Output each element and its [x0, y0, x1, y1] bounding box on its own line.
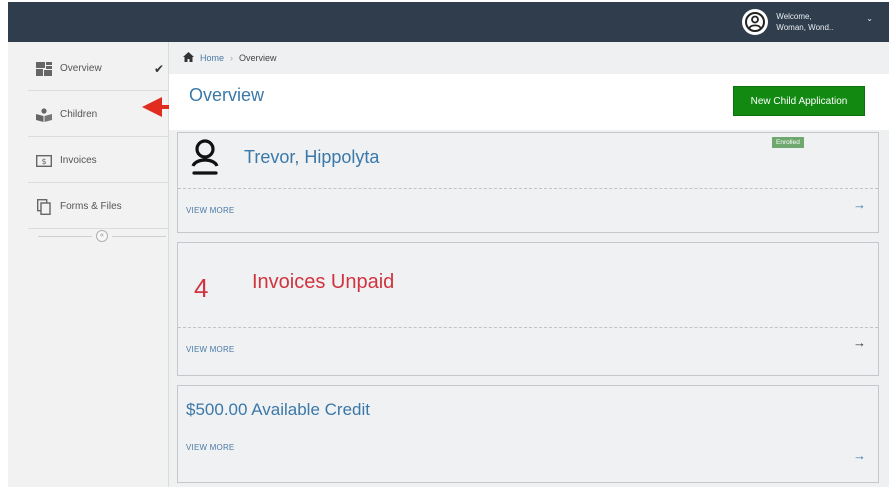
available-credit-link[interactable]: $500.00 Available Credit: [186, 400, 370, 420]
breadcrumb-current: Overview: [239, 53, 277, 63]
sidebar-item-label: Children: [60, 109, 98, 120]
main-content: Home › Overview Overview New Child Appli…: [169, 42, 889, 487]
files-icon: [36, 198, 52, 215]
invoices-card: 4 Invoices Unpaid VIEW MORE →: [177, 242, 879, 376]
children-icon: [36, 107, 52, 123]
child-name-link[interactable]: Trevor, Hippolyta: [244, 147, 379, 168]
collapse-sidebar-button[interactable]: «: [96, 230, 108, 242]
arrow-right-icon[interactable]: →: [853, 197, 866, 212]
divider: [178, 327, 878, 328]
view-more-link[interactable]: VIEW MORE: [186, 443, 234, 452]
user-circle-icon[interactable]: [742, 9, 769, 35]
invoice-icon: $: [36, 153, 52, 169]
top-bar: Welcome, Woman, Wond.. ⌄: [8, 2, 889, 42]
status-badge: Enrolled: [772, 137, 804, 148]
welcome-text: Welcome,: [776, 12, 812, 21]
svg-text:$: $: [41, 157, 46, 166]
arrow-right-icon[interactable]: →: [853, 448, 866, 463]
breadcrumb: Home › Overview: [183, 52, 277, 64]
home-icon[interactable]: [183, 52, 194, 64]
sidebar-item-label: Forms & Files: [60, 201, 122, 212]
divider: [38, 235, 92, 237]
user-greeting[interactable]: Welcome, Woman, Wond..: [776, 11, 854, 33]
page-title: Overview: [189, 85, 265, 105]
sidebar-item-overview[interactable]: Overview ✔: [28, 47, 176, 91]
sidebar-collapse: «: [38, 228, 166, 244]
breadcrumb-separator: ›: [230, 53, 234, 63]
arrow-right-icon[interactable]: →: [853, 335, 866, 350]
sidebar-item-label: Invoices: [60, 155, 97, 166]
person-icon: [190, 139, 220, 182]
sidebar-item-forms-files[interactable]: Forms & Files: [28, 185, 176, 229]
grid-icon: [36, 61, 52, 77]
user-name: Woman, Wond..: [776, 23, 834, 32]
unpaid-invoice-count: 4: [194, 273, 209, 303]
chevron-down-icon[interactable]: ⌄: [866, 14, 873, 23]
checkmark-icon: ✔: [153, 61, 164, 76]
credit-card: $500.00 Available Credit VIEW MORE →: [177, 385, 879, 483]
invoices-unpaid-label: Invoices Unpaid: [252, 271, 395, 293]
sidebar-item-label: Overview: [60, 63, 102, 74]
new-child-application-button[interactable]: New Child Application: [733, 86, 865, 116]
divider: [112, 235, 166, 237]
breadcrumb-home-link[interactable]: Home: [200, 53, 224, 63]
page-header: Overview New Child Application: [169, 74, 889, 130]
user-menu[interactable]: Welcome, Woman, Wond.. ⌄: [742, 7, 873, 37]
child-card: Trevor, Hippolyta Enrolled VIEW MORE →: [177, 132, 879, 233]
divider: [178, 188, 878, 189]
sidebar-item-invoices[interactable]: $ Invoices: [28, 139, 176, 183]
view-more-link[interactable]: VIEW MORE: [186, 206, 234, 215]
view-more-link[interactable]: VIEW MORE: [186, 345, 234, 354]
